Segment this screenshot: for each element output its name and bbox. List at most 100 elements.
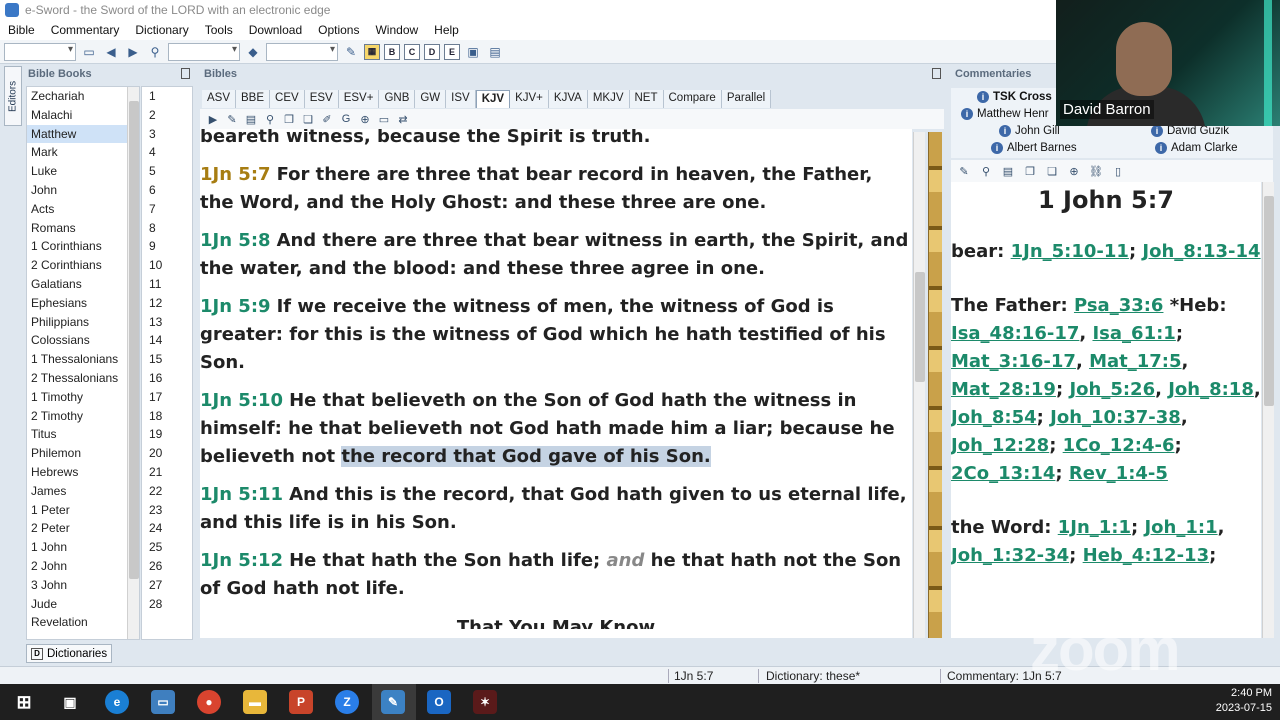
- edit-icon[interactable]: ✎: [225, 112, 239, 126]
- commentary-scrollbar[interactable]: [1262, 182, 1274, 638]
- chapter-item[interactable]: 21: [142, 463, 192, 482]
- file-explorer-icon[interactable]: ▬: [243, 690, 267, 714]
- commentary-text-area[interactable]: 1 John 5:7 bear: 1Jn_5:10-11; Joh_8:13-1…: [951, 182, 1261, 638]
- book-item[interactable]: 1 Corinthians: [27, 237, 139, 256]
- chapter-item[interactable]: 8: [142, 219, 192, 238]
- reference-combo[interactable]: [266, 42, 338, 61]
- tab-esv-plus[interactable]: ESV+: [338, 90, 380, 108]
- tab-bbe[interactable]: BBE: [236, 90, 271, 108]
- book-item[interactable]: Hebrews: [27, 463, 139, 482]
- menu-download[interactable]: Download: [241, 23, 310, 37]
- monitor-app-icon[interactable]: ▭: [151, 690, 175, 714]
- back-arrow-icon[interactable]: ◀: [102, 43, 120, 61]
- bible-text-area[interactable]: beareth witness, because the Spirit is t…: [200, 129, 912, 638]
- tab-adam-clarke[interactable]: i Adam Clarke: [1155, 142, 1237, 154]
- book-item[interactable]: Mark: [27, 143, 139, 162]
- scripture-link[interactable]: Joh_8:13-14: [1142, 241, 1260, 262]
- menu-commentary[interactable]: Commentary: [43, 23, 128, 37]
- outlook-icon[interactable]: O: [427, 690, 451, 714]
- dictionary-view-icon[interactable]: D: [424, 43, 440, 60]
- scripture-link[interactable]: Isa_48:16-17: [951, 323, 1079, 344]
- tab-david-guzik[interactable]: i David Guzik: [1151, 125, 1229, 137]
- book-item[interactable]: Philemon: [27, 444, 139, 463]
- chapter-item[interactable]: 22: [142, 482, 192, 501]
- scripture-link[interactable]: 1Jn_1:1: [1058, 517, 1131, 538]
- tab-asv[interactable]: ASV: [202, 90, 237, 108]
- book-item[interactable]: 2 Peter: [27, 519, 139, 538]
- gift-icon[interactable]: ▤: [486, 43, 504, 61]
- chapter-item[interactable]: 3: [142, 125, 192, 144]
- dictionaries-tab[interactable]: D Dictionaries: [26, 644, 112, 663]
- sync-arrows-icon[interactable]: ⇄: [396, 112, 410, 126]
- verse-ref-link[interactable]: 1Jn 5:9: [200, 296, 271, 317]
- copy-verse-icon[interactable]: ❏: [1045, 164, 1059, 178]
- chrome-icon[interactable]: ●: [197, 690, 221, 714]
- copy-verse-icon[interactable]: ❏: [301, 112, 315, 126]
- scripture-link[interactable]: Joh_1:32-34: [951, 545, 1069, 566]
- book-item[interactable]: Acts: [27, 200, 139, 219]
- chapter-item[interactable]: 28: [142, 595, 192, 614]
- menu-tools[interactable]: Tools: [197, 23, 241, 37]
- tab-kjv[interactable]: KJV: [475, 90, 511, 108]
- tab-parallel[interactable]: Parallel: [721, 90, 772, 108]
- chapter-item[interactable]: 5: [142, 162, 192, 181]
- edge-browser-icon[interactable]: e: [105, 690, 129, 714]
- chapter-item[interactable]: 12: [142, 294, 192, 313]
- scripture-link[interactable]: Mat_28:19: [951, 379, 1056, 400]
- commentary-view-icon[interactable]: C: [404, 43, 420, 60]
- tab-kjv-plus[interactable]: KJV+: [510, 90, 549, 108]
- chapter-item[interactable]: 11: [142, 275, 192, 294]
- chapter-item[interactable]: 26: [142, 557, 192, 576]
- verse-selector-combo[interactable]: [4, 42, 76, 61]
- scripture-link[interactable]: Joh_12:28: [951, 435, 1049, 456]
- forward-arrow-icon[interactable]: ▶: [124, 43, 142, 61]
- chapter-item[interactable]: 20: [142, 444, 192, 463]
- tab-tsk[interactable]: i TSK Cross: [977, 91, 1052, 103]
- chapter-item[interactable]: 9: [142, 237, 192, 256]
- tab-esv[interactable]: ESV: [304, 90, 339, 108]
- book-item[interactable]: Galatians: [27, 275, 139, 294]
- search-combo[interactable]: [168, 42, 240, 61]
- scripture-link[interactable]: Joh_10:37-38: [1050, 407, 1181, 428]
- book-item[interactable]: Jude: [27, 595, 139, 614]
- tab-gnb[interactable]: GNB: [379, 90, 416, 108]
- highlight-icon[interactable]: ✐: [320, 112, 334, 126]
- chapter-item[interactable]: 16: [142, 369, 192, 388]
- powerpoint-icon[interactable]: P: [289, 690, 313, 714]
- picture-icon[interactable]: ▣: [464, 43, 482, 61]
- tab-net[interactable]: NET: [629, 90, 664, 108]
- play-icon[interactable]: ▶: [206, 112, 220, 126]
- chapter-item[interactable]: 6: [142, 181, 192, 200]
- scripture-link[interactable]: Joh_5:26: [1069, 379, 1155, 400]
- book-item[interactable]: 1 Timothy: [27, 388, 139, 407]
- book-item[interactable]: 2 Timothy: [27, 407, 139, 426]
- layout-icon[interactable]: ▦: [364, 43, 380, 60]
- app-red-icon[interactable]: ✶: [473, 690, 497, 714]
- binoculars-icon[interactable]: ⚲: [146, 43, 164, 61]
- scripture-link[interactable]: Joh_8:18: [1168, 379, 1254, 400]
- menu-help[interactable]: Help: [426, 23, 467, 37]
- scripture-link[interactable]: Rev_1:4-5: [1069, 463, 1168, 484]
- book-item[interactable]: Zechariah: [27, 87, 139, 106]
- menu-dictionary[interactable]: Dictionary: [127, 23, 196, 37]
- scripture-link[interactable]: Joh_1:1: [1144, 517, 1217, 538]
- book-item[interactable]: John: [27, 181, 139, 200]
- tab-albert-barnes[interactable]: i Albert Barnes: [991, 142, 1077, 154]
- verse-ref-link[interactable]: 1Jn 5:12: [200, 550, 283, 571]
- scripture-link[interactable]: Isa_61:1: [1092, 323, 1175, 344]
- edit-icon[interactable]: ✎: [957, 164, 971, 178]
- zoom-icon[interactable]: ⊕: [1067, 164, 1081, 178]
- menu-bible[interactable]: Bible: [0, 23, 43, 37]
- tab-kjva[interactable]: KJVA: [548, 90, 588, 108]
- zoom-app-icon[interactable]: Z: [335, 690, 359, 714]
- book-item[interactable]: Colossians: [27, 331, 139, 350]
- print-icon[interactable]: ▤: [244, 112, 258, 126]
- scripture-link[interactable]: Joh_8:54: [951, 407, 1037, 428]
- menu-options[interactable]: Options: [310, 23, 367, 37]
- book-item[interactable]: 1 Peter: [27, 501, 139, 520]
- chapter-item[interactable]: 7: [142, 200, 192, 219]
- tab-mkjv[interactable]: MKJV: [587, 90, 630, 108]
- pencil-icon[interactable]: ✎: [342, 43, 360, 61]
- chapter-item[interactable]: 19: [142, 425, 192, 444]
- tab-cev[interactable]: CEV: [270, 90, 305, 108]
